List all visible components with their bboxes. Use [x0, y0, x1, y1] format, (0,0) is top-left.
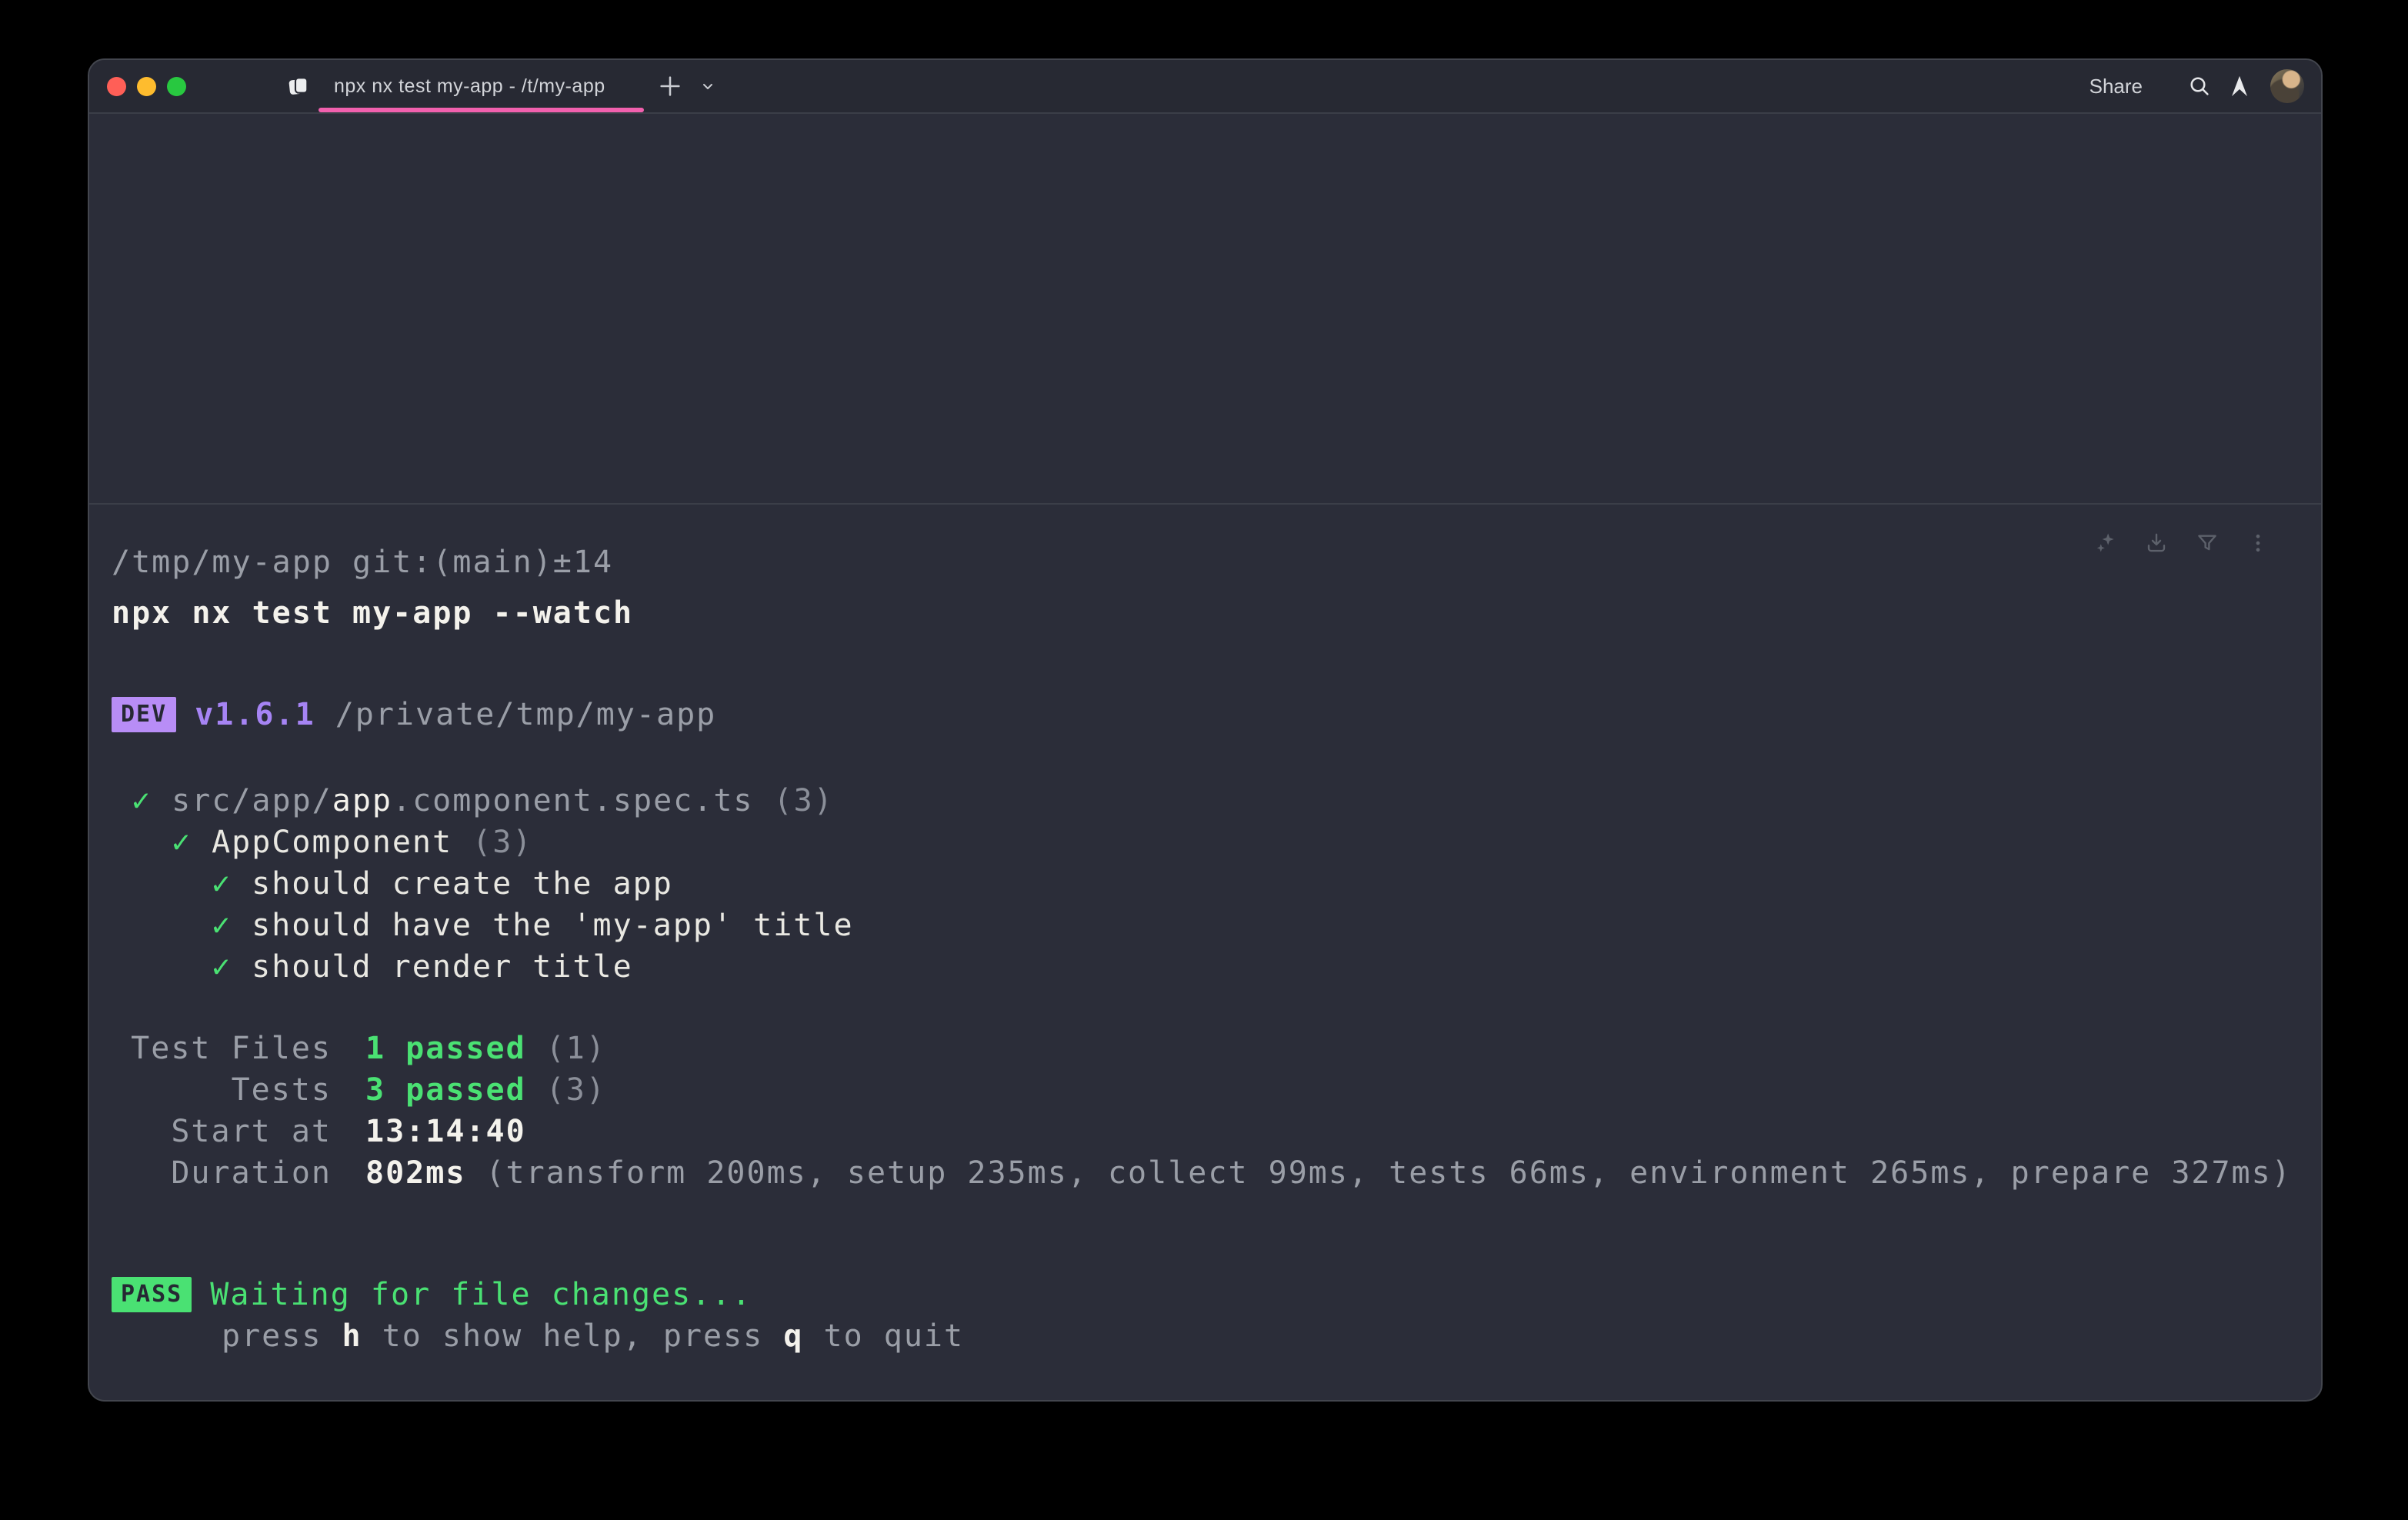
download-icon[interactable]	[2144, 531, 2169, 555]
suite-test-count: (3)	[452, 822, 532, 863]
minimize-button[interactable]	[137, 77, 156, 96]
summary-extra: (1)	[546, 1028, 606, 1069]
help-key-h: h	[342, 1315, 362, 1357]
test-case-row: ✓ should create the app	[112, 863, 2321, 905]
file-dir: src/app/	[172, 780, 332, 822]
waiting-message: Waiting for file changes...	[210, 1274, 752, 1315]
tab-bar: npx nx test my-app - /t/my-app Share	[89, 60, 2321, 114]
active-tab[interactable]: npx nx test my-app - /t/my-app	[285, 60, 607, 112]
user-avatar[interactable]	[2270, 69, 2304, 103]
test-file-row: ✓ src/app/app.component.spec.ts (3)	[112, 780, 2321, 822]
check-icon: ✓	[212, 946, 232, 988]
tab-title: npx nx test my-app - /t/my-app	[334, 75, 605, 98]
close-button[interactable]	[107, 77, 126, 96]
test-case-row: ✓ should have the 'my-app' title	[112, 905, 2321, 946]
blocks-icon	[286, 74, 311, 98]
help-text: to quit	[803, 1315, 964, 1357]
file-test-count: (3)	[753, 780, 833, 822]
summary-row-test-files: Test Files 1 passed (1)	[112, 1028, 2321, 1069]
terminal-window: npx nx test my-app - /t/my-app Share	[88, 58, 2323, 1402]
maximize-button[interactable]	[167, 77, 186, 96]
active-tab-indicator	[319, 108, 644, 112]
search-icon[interactable]	[2183, 69, 2216, 103]
summary-value: 3 passed	[365, 1069, 526, 1111]
more-options-icon[interactable]	[2246, 531, 2270, 555]
check-icon: ✓	[172, 822, 192, 863]
summary-value: 1 passed	[365, 1028, 526, 1069]
file-ext: .component.spec.ts	[392, 780, 753, 822]
block-toolbar	[2093, 531, 2270, 555]
test-name: should render title	[252, 946, 633, 988]
command-block: /tmp/my-app git:(main)±14 npx nx test my…	[89, 505, 2321, 1357]
help-text: press	[222, 1315, 342, 1357]
help-key-q: q	[783, 1315, 803, 1357]
ai-sparkle-icon[interactable]	[2093, 531, 2118, 555]
test-name: should have the 'my-app' title	[252, 905, 853, 946]
previous-block-area	[89, 114, 2321, 503]
pass-status-line: PASS Waiting for file changes...	[112, 1274, 2321, 1315]
summary-label: Tests	[112, 1069, 332, 1111]
summary-row-tests: Tests 3 passed (3)	[112, 1069, 2321, 1111]
suite-name: AppComponent	[212, 822, 452, 863]
test-case-row: ✓ should render title	[112, 946, 2321, 988]
test-name: should create the app	[252, 863, 673, 905]
command-text: npx nx test my-app --watch	[112, 592, 2321, 634]
tab-list-chevron-icon[interactable]	[695, 73, 721, 99]
check-icon: ✓	[132, 780, 152, 822]
summary-row-duration: Duration 802ms (transform 200ms, setup 235…	[112, 1152, 2321, 1194]
test-suite-row: ✓ AppComponent (3)	[112, 822, 2321, 863]
vitest-cwd: /private/tmp/my-app	[335, 694, 717, 735]
share-button[interactable]: Share	[2089, 75, 2143, 98]
summary-label: Duration	[112, 1152, 332, 1194]
summary-extra: (3)	[546, 1069, 606, 1111]
file-base: app	[332, 780, 392, 822]
summary-label: Test Files	[112, 1028, 332, 1069]
summary-value: 13:14:40	[365, 1111, 526, 1152]
watch-help-line: press h to show help, press q to quit	[112, 1315, 2321, 1357]
dev-badge: DEV	[112, 697, 176, 732]
new-tab-button[interactable]	[653, 69, 687, 103]
vitest-dev-line: DEV v1.6.1 /private/tmp/my-app	[112, 694, 2321, 735]
shell-prompt: /tmp/my-app git:(main)±14	[112, 542, 2321, 583]
help-text: to show help, press	[362, 1315, 784, 1357]
summary-extra: (transform 200ms, setup 235ms, collect 9…	[485, 1152, 2291, 1194]
check-icon: ✓	[212, 905, 232, 946]
summary-label: Start at	[112, 1111, 332, 1152]
summary-row-start-at: Start at 13:14:40	[112, 1111, 2321, 1152]
summary-value: 802ms	[365, 1152, 465, 1194]
vitest-version: v1.6.1	[195, 694, 315, 735]
warp-logo-icon[interactable]	[2223, 69, 2256, 103]
window-controls	[107, 77, 186, 96]
filter-icon[interactable]	[2195, 531, 2220, 555]
check-icon: ✓	[212, 863, 232, 905]
pass-badge: PASS	[112, 1277, 192, 1312]
